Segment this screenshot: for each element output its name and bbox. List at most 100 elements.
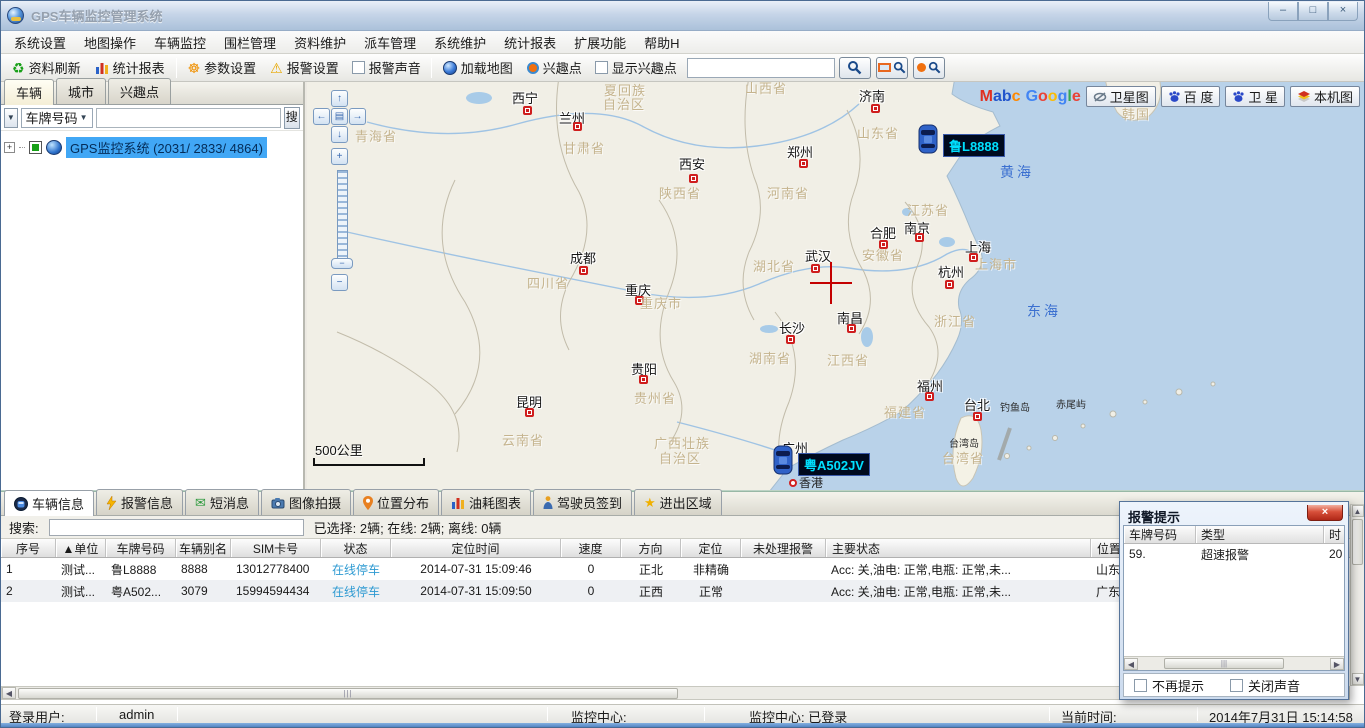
alarm-popup-titlebar[interactable]: 报警提示 × bbox=[1123, 505, 1345, 525]
area-search-button[interactable] bbox=[876, 57, 908, 79]
zoom-in-button[interactable]: + bbox=[331, 148, 348, 165]
tree-search-input[interactable] bbox=[96, 108, 281, 128]
vehicle-marker[interactable] bbox=[772, 445, 794, 478]
tab-cities[interactable]: 城市 bbox=[56, 78, 106, 104]
column-header[interactable]: 速度 bbox=[561, 539, 621, 557]
search-button[interactable] bbox=[839, 57, 871, 79]
filter-dropdown-button[interactable]: ▼ bbox=[4, 108, 18, 128]
vehicle-plate-label[interactable]: 粤A502JV bbox=[798, 453, 870, 476]
pan-right-button[interactable]: → bbox=[349, 108, 366, 125]
alarm-settings-button[interactable]: ⚠ 报警设置 bbox=[263, 55, 346, 80]
tab-vehicles[interactable]: 车辆 bbox=[4, 79, 54, 105]
menu-fence-management[interactable]: 围栏管理 bbox=[215, 30, 285, 55]
mute-checkbox[interactable] bbox=[1230, 679, 1243, 692]
tree-root-row[interactable]: + GPS监控系统 (2031/ 2833/ 4864) bbox=[4, 137, 300, 157]
menu-data-maintenance[interactable]: 资料维护 bbox=[285, 30, 355, 55]
column-header[interactable]: 序号 bbox=[1, 539, 56, 557]
tab-area-inout[interactable]: ★ 进出区域 bbox=[634, 489, 722, 515]
tree-search-button[interactable]: 搜 bbox=[284, 107, 300, 129]
tree-expand-icon[interactable]: + bbox=[4, 142, 15, 153]
satellite-map-button[interactable]: 卫星图 bbox=[1086, 86, 1156, 107]
zoom-out-button[interactable]: − bbox=[331, 274, 348, 291]
scroll-left-icon[interactable]: ◀ bbox=[2, 687, 16, 699]
maximize-button[interactable]: □ bbox=[1298, 2, 1328, 21]
pan-up-button[interactable]: ↑ bbox=[331, 90, 348, 107]
menu-statistics-report[interactable]: 统计报表 bbox=[495, 30, 565, 55]
search-field-combo[interactable]: 车牌号码 ▼ bbox=[21, 108, 93, 128]
alarm-row[interactable]: 59. 超速报警 20 bbox=[1124, 544, 1344, 564]
refresh-data-button[interactable]: ♻ 资料刷新 bbox=[5, 55, 88, 80]
show-poi-toggle[interactable]: 显示兴趣点 bbox=[589, 58, 683, 77]
table-search-input[interactable] bbox=[49, 519, 304, 536]
column-header[interactable]: 车牌号码 bbox=[1124, 526, 1196, 543]
column-header[interactable]: 车辆别名 bbox=[176, 539, 231, 557]
toolbar-search-input[interactable] bbox=[687, 58, 835, 78]
tab-driver-checkin[interactable]: 驾驶员签到 bbox=[533, 489, 632, 515]
scroll-up-icon[interactable]: ▲ bbox=[1352, 505, 1364, 517]
column-header[interactable]: 车牌号码 bbox=[106, 539, 176, 557]
no-prompt-toggle[interactable]: 不再提示 bbox=[1134, 676, 1204, 695]
tab-image-capture[interactable]: 图像拍摄 bbox=[261, 489, 351, 515]
mapabc-logo-button[interactable]: M a b c bbox=[980, 88, 1021, 106]
baidu-map-button[interactable]: 百 度 bbox=[1161, 86, 1221, 107]
scrollbar-thumb[interactable]: ||| bbox=[18, 688, 678, 699]
vehicle-marker[interactable] bbox=[917, 124, 939, 157]
zoom-slider-track[interactable] bbox=[337, 170, 348, 262]
column-header[interactable]: 定位 bbox=[681, 539, 741, 557]
tab-location-distribution[interactable]: 位置分布 bbox=[353, 489, 439, 515]
vertical-scrollbar[interactable]: ▲ ▼ bbox=[1350, 504, 1365, 686]
vehicle-plate-label[interactable]: 鲁L8888 bbox=[943, 134, 1005, 157]
menu-extensions[interactable]: 扩展功能 bbox=[565, 30, 635, 55]
zoom-slider-handle[interactable]: − bbox=[331, 258, 353, 269]
scroll-down-icon[interactable]: ▼ bbox=[1352, 673, 1364, 685]
tab-alarm-info[interactable]: 报警信息 bbox=[96, 489, 183, 515]
poi-search-button[interactable] bbox=[913, 57, 945, 79]
tree-checkbox[interactable] bbox=[29, 141, 42, 154]
statistics-report-button[interactable]: 统计报表 bbox=[88, 55, 172, 80]
column-header[interactable]: ▲单位 bbox=[56, 539, 106, 557]
menu-help[interactable]: 帮助H bbox=[635, 30, 688, 55]
menu-bar: 系统设置 地图操作 车辆监控 围栏管理 资料维护 派车管理 系统维护 统计报表 … bbox=[1, 31, 1364, 54]
column-header[interactable]: 时 bbox=[1324, 526, 1345, 543]
minimize-button[interactable]: – bbox=[1268, 2, 1298, 21]
menu-map-operations[interactable]: 地图操作 bbox=[75, 30, 145, 55]
alarm-sound-checkbox[interactable] bbox=[352, 61, 365, 74]
pan-left-button[interactable]: ← bbox=[313, 108, 330, 125]
column-header[interactable]: 未处理报警 bbox=[741, 539, 826, 557]
mute-toggle[interactable]: 关闭声音 bbox=[1230, 676, 1300, 695]
menu-system-maintenance[interactable]: 系统维护 bbox=[425, 30, 495, 55]
column-header[interactable]: 类型 bbox=[1196, 526, 1324, 543]
menu-system-settings[interactable]: 系统设置 bbox=[5, 30, 75, 55]
scroll-left-icon[interactable]: ◀ bbox=[1124, 658, 1138, 670]
tab-fuel-chart[interactable]: 油耗图表 bbox=[441, 489, 531, 515]
column-header[interactable]: 状态 bbox=[321, 539, 391, 557]
close-button[interactable]: × bbox=[1328, 2, 1358, 21]
menu-vehicle-monitor[interactable]: 车辆监控 bbox=[145, 30, 215, 55]
scrollbar-thumb[interactable]: ||| bbox=[1164, 658, 1284, 669]
tab-vehicle-info[interactable]: 车辆信息 bbox=[4, 490, 94, 516]
column-header[interactable]: 定位时间 bbox=[391, 539, 561, 557]
load-map-button[interactable]: 加载地图 bbox=[436, 55, 520, 80]
map-canvas[interactable]: ↑ ← ▤ → ↓ + − − M a b c G o o g l e bbox=[307, 82, 1365, 492]
column-header[interactable]: 主要状态 bbox=[826, 539, 1091, 557]
alarm-close-button[interactable]: × bbox=[1307, 505, 1343, 521]
alarm-horizontal-scrollbar[interactable]: ◀ ||| ▶ bbox=[1124, 656, 1344, 670]
menu-dispatch[interactable]: 派车管理 bbox=[355, 30, 425, 55]
pan-down-button[interactable]: ↓ bbox=[331, 126, 348, 143]
alarm-sound-toggle[interactable]: 报警声音 bbox=[346, 58, 427, 77]
pan-center-button[interactable]: ▤ bbox=[331, 108, 348, 125]
column-header[interactable]: 方向 bbox=[621, 539, 681, 557]
column-header[interactable]: SIM卡号 bbox=[231, 539, 321, 557]
parameter-settings-button[interactable]: ☸ 参数设置 bbox=[181, 55, 264, 80]
scrollbar-thumb[interactable] bbox=[1352, 519, 1363, 565]
local-map-button[interactable]: 本机图 bbox=[1290, 86, 1360, 107]
no-prompt-checkbox[interactable] bbox=[1134, 679, 1147, 692]
google-logo-button[interactable]: G o o g l e bbox=[1026, 88, 1081, 106]
show-poi-checkbox[interactable] bbox=[595, 61, 608, 74]
tab-messages[interactable]: ✉ 短消息 bbox=[185, 489, 259, 515]
poi-button[interactable]: 兴趣点 bbox=[520, 55, 589, 80]
title-bar[interactable]: GPS车辆监控管理系统 – □ × bbox=[1, 1, 1364, 31]
baidu-satellite-button[interactable]: 卫 星 bbox=[1225, 86, 1285, 107]
scroll-right-icon[interactable]: ▶ bbox=[1330, 658, 1344, 670]
tab-poi[interactable]: 兴趣点 bbox=[108, 78, 171, 104]
